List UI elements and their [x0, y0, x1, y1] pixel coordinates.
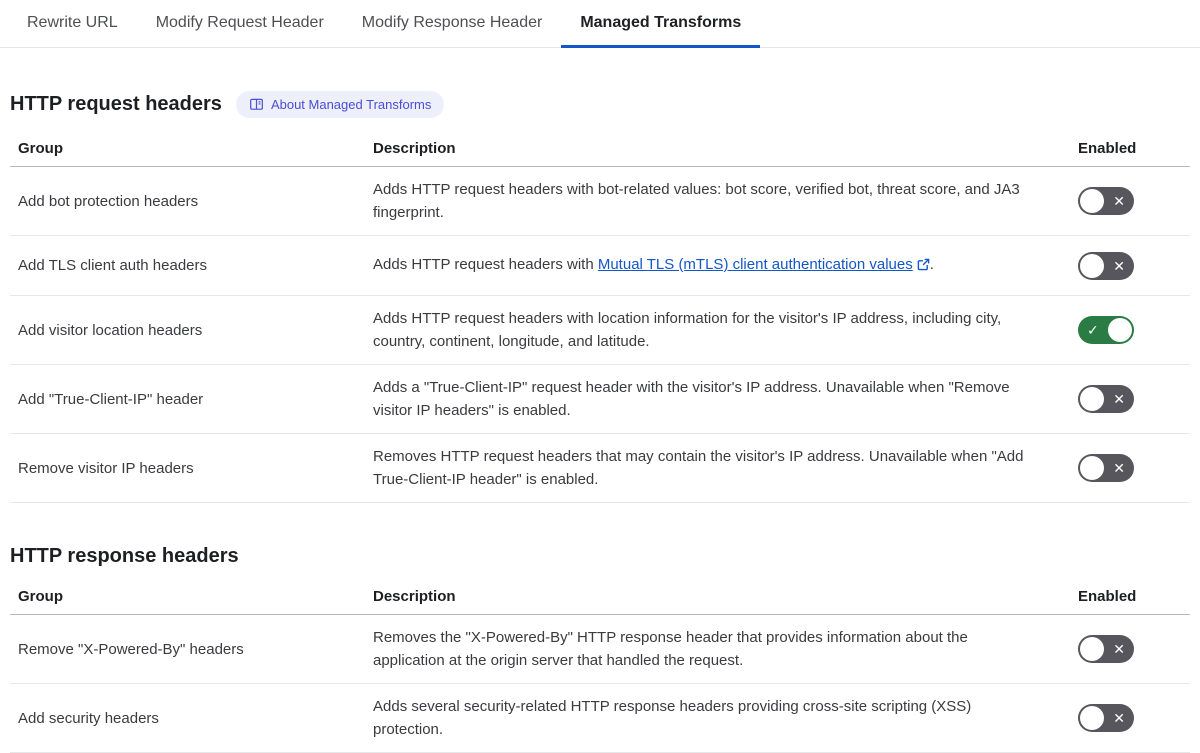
group-cell: Add security headers [10, 683, 365, 753]
toggle-add-visitor-location-headers[interactable]: ✓ [1078, 316, 1134, 344]
description-cell: Removes HTTP request headers that may co… [365, 433, 1070, 503]
column-header-enabled: Enabled [1070, 582, 1190, 615]
description-cell: Adds HTTP request headers with bot-relat… [365, 166, 1070, 236]
check-icon: ✓ [1087, 322, 1099, 338]
section-title-response-headers: HTTP response headers [10, 545, 239, 567]
group-cell: Add TLS client auth headers [10, 235, 365, 296]
external-link-icon[interactable] [917, 255, 930, 278]
column-header-enabled: Enabled [1070, 134, 1190, 167]
table-row: Add TLS client auth headers Adds HTTP re… [10, 235, 1190, 296]
x-icon: ✕ [1113, 641, 1125, 657]
description-cell: Adds a "True-Client-IP" request header w… [365, 364, 1070, 434]
x-icon: ✕ [1113, 391, 1125, 407]
column-header-description: Description [365, 134, 1070, 167]
tab-modify-request-header[interactable]: Modify Request Header [137, 0, 343, 47]
table-row: Add "True-Client-IP" header Adds a "True… [10, 364, 1190, 434]
x-icon: ✕ [1113, 710, 1125, 726]
x-icon: ✕ [1113, 460, 1125, 476]
table-row: Remove "X-Powered-By" headers Removes th… [10, 614, 1190, 684]
description-text: . [929, 256, 934, 273]
toggle-knob [1080, 706, 1104, 730]
group-cell: Add "True-Client-IP" header [10, 364, 365, 434]
response-headers-section-head: HTTP response headers [10, 545, 1190, 568]
book-icon [249, 97, 264, 112]
toggle-knob [1080, 253, 1104, 278]
toggle-add-bot-protection-headers[interactable]: ✕ [1078, 187, 1134, 215]
group-cell: Add bot protection headers [10, 166, 365, 236]
toggle-add-tls-client-auth-headers[interactable]: ✕ [1078, 251, 1134, 280]
badge-label: About Managed Transforms [270, 97, 432, 112]
toggle-add-security-headers[interactable]: ✕ [1078, 704, 1134, 732]
table-header-row: Group Description Enabled [10, 582, 1190, 615]
x-icon: ✕ [1113, 193, 1125, 209]
main-content: HTTP request headers About Managed Trans… [0, 91, 1200, 753]
toggle-remove-visitor-ip-headers[interactable]: ✕ [1078, 454, 1134, 482]
toggle-knob [1080, 387, 1104, 411]
description-cell: Adds HTTP request headers with Mutual TL… [365, 235, 1070, 296]
table-row: Add security headers Adds several securi… [10, 683, 1190, 753]
description-text: Adds HTTP request headers with [373, 256, 598, 273]
table-row: Remove visitor IP headers Removes HTTP r… [10, 433, 1190, 503]
table-row: Add bot protection headers Adds HTTP req… [10, 166, 1190, 236]
toggle-knob [1080, 456, 1104, 480]
toggle-knob [1108, 318, 1132, 342]
tab-managed-transforms[interactable]: Managed Transforms [561, 0, 761, 48]
toggle-add-true-client-ip-header[interactable]: ✕ [1078, 385, 1134, 413]
column-header-group: Group [10, 134, 365, 167]
response-headers-table: Group Description Enabled Remove "X-Powe… [10, 582, 1190, 753]
toggle-knob [1080, 637, 1104, 661]
column-header-group: Group [10, 582, 365, 615]
tab-modify-response-header[interactable]: Modify Response Header [343, 0, 562, 47]
description-cell: Adds several security-related HTTP respo… [365, 683, 1070, 753]
toggle-knob [1080, 189, 1104, 213]
mtls-docs-link[interactable]: Mutual TLS (mTLS) client authentication … [598, 256, 913, 273]
group-cell: Remove visitor IP headers [10, 433, 365, 503]
about-managed-transforms-badge[interactable]: About Managed Transforms [235, 91, 445, 118]
request-headers-section-head: HTTP request headers About Managed Trans… [10, 91, 1190, 118]
tab-rewrite-url[interactable]: Rewrite URL [8, 0, 137, 47]
table-header-row: Group Description Enabled [10, 134, 1190, 167]
toggle-remove-x-powered-by-headers[interactable]: ✕ [1078, 635, 1134, 663]
table-row: Add visitor location headers Adds HTTP r… [10, 295, 1190, 365]
column-header-description: Description [365, 582, 1070, 615]
group-cell: Remove "X-Powered-By" headers [10, 614, 365, 684]
section-title-request-headers: HTTP request headers [10, 93, 222, 115]
x-icon: ✕ [1113, 257, 1125, 274]
tab-bar: Rewrite URL Modify Request Header Modify… [0, 0, 1200, 48]
request-headers-table: Group Description Enabled Add bot protec… [10, 134, 1190, 503]
description-cell: Removes the "X-Powered-By" HTTP response… [365, 614, 1070, 684]
group-cell: Add visitor location headers [10, 295, 365, 365]
description-cell: Adds HTTP request headers with location … [365, 295, 1070, 365]
